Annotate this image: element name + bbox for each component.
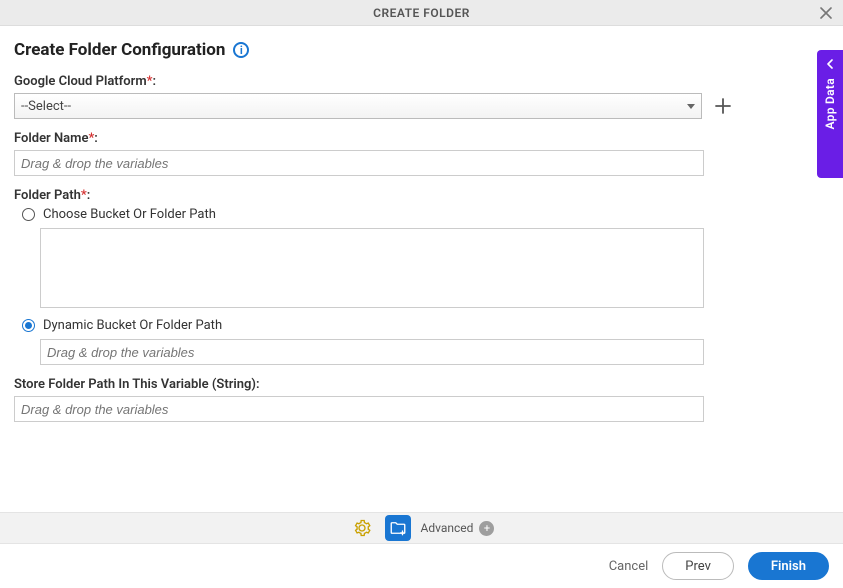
advanced-label: Advanced xyxy=(421,521,474,535)
add-gcp-button[interactable] xyxy=(712,95,734,117)
gcp-select-value: --Select-- xyxy=(21,99,71,114)
dialog-footer: Cancel Prev Finish xyxy=(0,544,843,588)
field-label-folder-name: Folder Name*: xyxy=(14,131,829,146)
field-folder-path: Folder Path*: Choose Bucket Or Folder Pa… xyxy=(14,188,829,365)
field-store-variable: Store Folder Path In This Variable (Stri… xyxy=(14,377,829,422)
dialog-title: CREATE FOLDER xyxy=(373,6,470,20)
bucket-picker-box[interactable] xyxy=(40,228,704,308)
cancel-button[interactable]: Cancel xyxy=(609,559,649,574)
page-title: Create Folder Configuration xyxy=(14,40,225,60)
plus-circle-icon: + xyxy=(479,521,494,536)
field-folder-name: Folder Name*: xyxy=(14,131,829,176)
chevron-left-icon xyxy=(825,58,835,72)
dynamic-path-input[interactable] xyxy=(40,339,704,365)
field-label-gcp: Google Cloud Platform*: xyxy=(14,74,829,89)
radio-dynamic-label: Dynamic Bucket Or Folder Path xyxy=(43,318,222,333)
mode-toolbar: Advanced + xyxy=(0,512,843,544)
page-heading: Create Folder Configuration i xyxy=(14,40,829,60)
app-data-label: App Data xyxy=(823,78,837,129)
titlebar: CREATE FOLDER xyxy=(0,0,843,26)
prev-button[interactable]: Prev xyxy=(662,552,734,580)
form-content: Create Folder Configuration i Google Clo… xyxy=(0,26,843,422)
info-icon[interactable]: i xyxy=(233,42,249,58)
app-data-tab[interactable]: App Data xyxy=(817,50,843,178)
finish-button[interactable]: Finish xyxy=(748,552,829,580)
gear-icon[interactable] xyxy=(349,515,375,541)
chevron-down-icon xyxy=(687,104,695,109)
radio-icon xyxy=(22,208,35,221)
store-variable-input[interactable] xyxy=(14,396,704,422)
close-icon[interactable] xyxy=(817,4,835,22)
field-gcp: Google Cloud Platform*: --Select-- xyxy=(14,74,829,119)
radio-choose-bucket[interactable]: Choose Bucket Or Folder Path xyxy=(22,207,829,222)
gcp-select[interactable]: --Select-- xyxy=(14,93,702,119)
radio-icon xyxy=(22,319,35,332)
folder-add-icon[interactable] xyxy=(385,515,411,541)
radio-dynamic-bucket[interactable]: Dynamic Bucket Or Folder Path xyxy=(22,318,829,333)
advanced-toggle[interactable]: Advanced + xyxy=(421,521,495,536)
folder-name-input[interactable] xyxy=(14,150,704,176)
field-label-folder-path: Folder Path*: xyxy=(14,188,829,203)
field-label-store-variable: Store Folder Path In This Variable (Stri… xyxy=(14,377,829,392)
radio-choose-label: Choose Bucket Or Folder Path xyxy=(43,207,216,222)
